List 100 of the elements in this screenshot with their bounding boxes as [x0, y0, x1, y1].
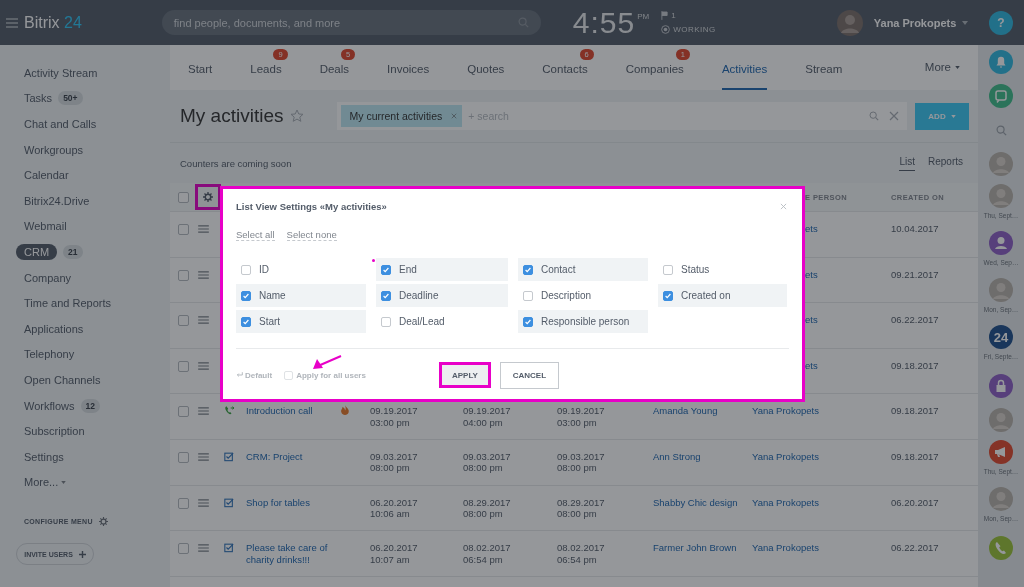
checkbox[interactable]	[523, 264, 533, 275]
checkbox[interactable]	[178, 224, 189, 235]
megaphone-icon[interactable]	[989, 440, 1013, 464]
app-logo[interactable]: 24	[989, 325, 1013, 349]
checkbox[interactable]	[178, 497, 189, 509]
checkbox[interactable]	[663, 264, 673, 275]
gear-icon[interactable]	[203, 192, 213, 202]
search-field[interactable]: find people, documents, and more	[161, 10, 541, 35]
menu-item[interactable]: Open Channels	[24, 373, 101, 386]
tab[interactable]: Stream	[805, 61, 843, 90]
user-icon[interactable]	[989, 231, 1013, 255]
menu-item[interactable]: Bitrix24.Drive	[24, 194, 90, 207]
logo[interactable]: Bitrix 24	[24, 13, 82, 32]
gear-icon[interactable]	[98, 517, 108, 527]
menu-item[interactable]: Settings	[24, 450, 64, 463]
close-icon[interactable]	[451, 113, 458, 119]
responsible-link[interactable]: Yana Prokopets	[752, 450, 819, 462]
lock-icon[interactable]	[989, 374, 1013, 398]
default-link[interactable]: Default	[236, 370, 273, 380]
activity-link[interactable]: Shop for tables	[246, 496, 334, 508]
menu-item[interactable]: Activity Stream	[24, 66, 98, 79]
avatar[interactable]	[989, 408, 1013, 432]
checkbox-label[interactable]: Apply for all users	[296, 370, 366, 380]
checkbox[interactable]	[178, 543, 189, 555]
bell-icon[interactable]	[989, 50, 1013, 74]
responsible-link[interactable]: ets	[805, 314, 818, 326]
contact-link[interactable]: Ann Strong	[653, 450, 701, 462]
view-tab[interactable]: Reports	[928, 155, 963, 171]
close-icon[interactable]	[780, 202, 787, 210]
search-icon[interactable]	[869, 111, 880, 121]
contact-link[interactable]: Amanda Young	[653, 405, 718, 417]
avatar[interactable]	[989, 152, 1013, 176]
checkbox[interactable]	[178, 269, 189, 281]
menu-item[interactable]: Webmail	[24, 220, 67, 233]
responsible-link[interactable]: ets	[805, 268, 818, 280]
user-menu[interactable]: Yana Prokopets	[873, 16, 957, 29]
menu-icon[interactable]	[198, 316, 209, 325]
checkbox[interactable]	[241, 290, 251, 301]
column-option[interactable]: Created on	[658, 284, 787, 307]
tab[interactable]: Deals	[319, 61, 350, 90]
tab[interactable]: Activities	[721, 61, 768, 90]
responsible-link[interactable]: Yana Prokopets	[752, 542, 819, 554]
column-option[interactable]: Contact	[518, 258, 648, 281]
tab[interactable]: Start	[188, 61, 213, 90]
tab[interactable]: Quotes	[467, 61, 505, 90]
responsible-link[interactable]: Yana Prokopets	[752, 496, 819, 508]
menu-icon[interactable]	[198, 361, 209, 370]
menu-item[interactable]: Workflows	[24, 399, 75, 412]
filter-chip[interactable]: My current activities	[341, 105, 463, 127]
checkbox[interactable]	[523, 290, 533, 301]
close-icon[interactable]	[889, 111, 900, 121]
column-option[interactable]: Deadline	[376, 284, 508, 307]
checkbox[interactable]	[241, 316, 251, 327]
checkbox[interactable]	[381, 264, 391, 275]
menu-item[interactable]: Company	[24, 271, 72, 284]
apply-button[interactable]: APPLY	[438, 362, 491, 388]
column-option[interactable]: Start	[236, 310, 366, 333]
select-none-link[interactable]: Select none	[286, 229, 337, 241]
checkbox[interactable]	[178, 451, 189, 463]
column-option[interactable]: ID	[236, 258, 366, 281]
tab[interactable]: Invoices	[387, 61, 430, 90]
checkbox[interactable]	[381, 290, 391, 301]
column-option[interactable]: End	[376, 258, 508, 281]
more-tab[interactable]: More	[924, 45, 960, 90]
phone-button[interactable]	[989, 536, 1013, 560]
column-option[interactable]: Responsible person	[518, 310, 648, 333]
menu-item[interactable]: Subscription	[24, 425, 85, 438]
menu-icon[interactable]	[198, 544, 209, 553]
menu-item[interactable]: CRM	[16, 243, 58, 260]
menu-item[interactable]: Applications	[24, 322, 84, 335]
menu-item[interactable]: Workgroups	[24, 143, 84, 156]
checkbox[interactable]	[381, 316, 391, 327]
column-option[interactable]: Description	[518, 284, 648, 307]
menu-icon[interactable]	[6, 17, 18, 28]
work-status[interactable]: WORKING	[673, 25, 716, 34]
tab[interactable]: Contacts	[542, 61, 588, 90]
menu-icon[interactable]	[198, 270, 209, 279]
help-button[interactable]: ?	[989, 10, 1013, 35]
avatar[interactable]	[989, 184, 1013, 208]
cancel-button[interactable]: CANCEL	[499, 361, 559, 389]
checkbox[interactable]	[241, 264, 251, 275]
contact-link[interactable]: Farmer John Brown	[653, 542, 737, 554]
menu-item[interactable]: Time and Reports	[24, 297, 112, 310]
menu-item[interactable]: Telephony	[24, 348, 75, 361]
menu-icon[interactable]	[198, 452, 209, 461]
avatar[interactable]	[989, 487, 1013, 511]
tab[interactable]: Companies	[625, 61, 684, 90]
contact-link[interactable]: Shabby Chic design	[653, 496, 738, 508]
checkbox[interactable]	[178, 315, 189, 327]
responsible-link[interactable]: ets	[805, 359, 818, 371]
avatar[interactable]	[836, 9, 863, 36]
responsible-link[interactable]: ets	[805, 223, 818, 234]
column-option[interactable]: Deal/Lead	[376, 310, 508, 333]
menu-icon[interactable]	[198, 498, 209, 507]
menu-item[interactable]: Chat and Calls	[24, 118, 97, 130]
view-tab[interactable]: List	[899, 155, 915, 171]
menu-icon[interactable]	[198, 407, 209, 416]
checkbox[interactable]	[178, 360, 189, 372]
more-menu-item[interactable]: More...	[24, 476, 59, 489]
checkbox[interactable]	[178, 406, 189, 418]
